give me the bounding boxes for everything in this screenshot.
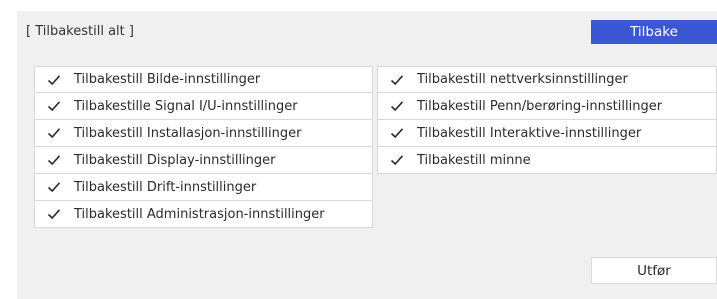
option-reset-network[interactable]: Tilbakestill nettverksinnstillinger — [377, 66, 717, 93]
option-label: Tilbakestill Bilde-innstillinger — [74, 72, 261, 87]
option-label: Tilbakestill Interaktive-innstillinger — [417, 125, 642, 141]
option-label: Tilbakestill Drift-innstillinger — [74, 179, 257, 195]
option-reset-signal-io[interactable]: Tilbakestille Signal I/U-innstillinger — [34, 93, 373, 120]
option-label: Tilbakestille Signal I/U-innstillinger — [74, 98, 298, 114]
option-reset-interactive[interactable]: Tilbakestill Interaktive-innstillinger — [377, 120, 717, 147]
option-reset-memory[interactable]: Tilbakestill minne — [377, 147, 717, 174]
option-label: Tilbakestill minne — [417, 152, 531, 168]
check-icon — [390, 101, 404, 112]
back-button[interactable]: Tilbake — [591, 20, 717, 44]
reset-all-panel: [ Tilbakestill alt ] Tilbake Tilbakestil… — [17, 11, 717, 299]
option-reset-administration[interactable]: Tilbakestill Administrasjon-innstillinge… — [34, 201, 373, 228]
check-icon — [47, 101, 61, 112]
left-options-list: Tilbakestill Bilde-innstillinger Tilbake… — [34, 66, 373, 228]
check-icon — [47, 155, 61, 166]
option-reset-operation[interactable]: Tilbakestill Drift-innstillinger — [34, 174, 373, 201]
check-icon — [390, 155, 404, 166]
dialog-title: [ Tilbakestill alt ] — [26, 24, 134, 39]
right-options-list: Tilbakestill nettverksinnstillinger Tilb… — [377, 66, 717, 174]
check-icon — [47, 182, 61, 193]
check-icon — [390, 128, 404, 139]
option-reset-image[interactable]: Tilbakestill Bilde-innstillinger — [34, 66, 373, 93]
check-icon — [47, 74, 61, 85]
option-reset-installation[interactable]: Tilbakestill Installasjon-innstillinger — [34, 120, 373, 147]
option-label: Tilbakestill nettverksinnstillinger — [417, 72, 628, 87]
run-button[interactable]: Utfør — [591, 257, 717, 284]
check-icon — [47, 209, 61, 220]
option-label: Tilbakestill Administrasjon-innstillinge… — [74, 206, 325, 222]
check-icon — [47, 128, 61, 139]
option-reset-pen-touch[interactable]: Tilbakestill Penn/berøring-innstillinger — [377, 93, 717, 120]
option-label: Tilbakestill Penn/berøring-innstillinger — [417, 98, 663, 114]
option-reset-display[interactable]: Tilbakestill Display-innstillinger — [34, 147, 373, 174]
option-label: Tilbakestill Display-innstillinger — [74, 152, 276, 168]
option-label: Tilbakestill Installasjon-innstillinger — [74, 125, 302, 141]
check-icon — [390, 74, 404, 85]
